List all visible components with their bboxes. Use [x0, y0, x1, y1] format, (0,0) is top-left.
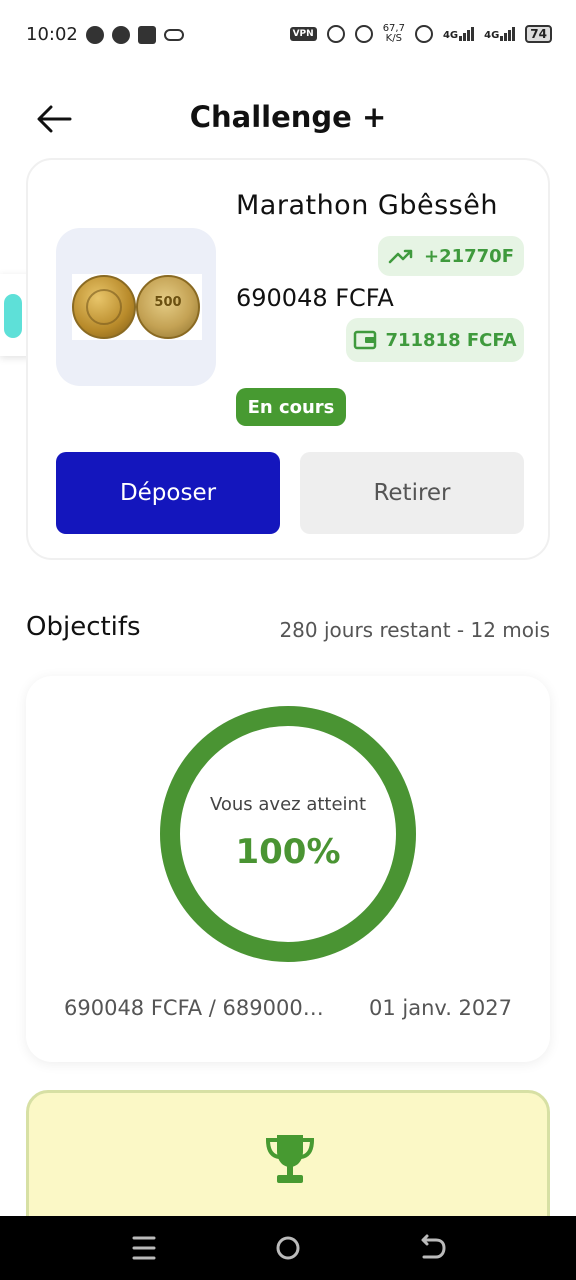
system-nav-bar [0, 1216, 576, 1280]
wallet-value: 711818 FCFA [385, 329, 517, 351]
whatsapp-icon [111, 25, 130, 44]
challenge-name: Marathon Gbêssêh [236, 190, 498, 221]
status-time: 10:02 [26, 24, 78, 45]
mute-icon [354, 25, 373, 43]
side-tab-icon [4, 294, 22, 338]
home-circle-icon [276, 1236, 300, 1260]
progress-percent: 100% [235, 832, 341, 872]
coin-front [72, 275, 136, 339]
signal-bars-icon [500, 27, 516, 41]
signal-2: 4G [484, 27, 516, 41]
network-type-2: 4G [484, 30, 500, 41]
battery-indicator: 74 [525, 25, 552, 43]
days-remaining: 280 jours restant - 12 mois [279, 618, 550, 642]
coins-image: 500 [72, 274, 202, 340]
growth-badge: +21770F [378, 236, 524, 276]
link-icon [163, 28, 184, 41]
status-left: 10:02 [26, 24, 184, 45]
status-bar: 10:02 VPN 67,7 K/S 4G 4G 74 [0, 0, 576, 72]
progress-amounts: 690048 FCFA / 689000… [64, 996, 324, 1020]
coin-value: 500 [154, 295, 182, 310]
objectives-title: Objectifs [26, 612, 141, 642]
back-nav-icon [421, 1234, 446, 1259]
challenge-card: 500 Marathon Gbêssêh +21770F 690048 FCFA… [26, 158, 550, 560]
alarm-icon [326, 25, 345, 43]
wifi-icon [414, 25, 433, 43]
wallet-icon [354, 330, 377, 350]
coin-back: 500 [136, 275, 200, 339]
trophy-icon [263, 1131, 317, 1187]
recent-apps-button[interactable] [124, 1232, 164, 1264]
status-right: VPN 67,7 K/S 4G 4G 74 [289, 24, 552, 44]
network-speed: 67,7 K/S [383, 24, 405, 44]
home-button[interactable] [268, 1232, 308, 1264]
network-type-1: 4G [442, 30, 459, 41]
deposit-button[interactable]: Déposer [56, 452, 280, 534]
facebook-icon [137, 25, 156, 44]
back-nav-button[interactable] [412, 1232, 452, 1264]
speed-unit: K/S [385, 33, 402, 44]
progress-caption: Vous avez atteint [209, 794, 367, 815]
current-balance: 690048 FCFA [236, 284, 394, 312]
vpn-badge: VPN [289, 27, 317, 41]
target-date: 01 janv. 2027 [368, 996, 512, 1020]
messenger-icon [85, 25, 104, 44]
progress-card: Vous avez atteint 100% 690048 FCFA / 689… [26, 676, 550, 1062]
menu-icon [132, 1236, 156, 1260]
status-badge: En cours [236, 388, 346, 426]
growth-value: +21770F [424, 245, 514, 267]
withdraw-button[interactable]: Retirer [300, 452, 524, 534]
app-header: Challenge + [0, 88, 576, 148]
signal-1: 4G [442, 27, 475, 41]
signal-bars-icon [459, 27, 475, 41]
challenge-image: 500 [56, 228, 216, 386]
wallet-badge: 711818 FCFA [346, 318, 524, 362]
page-title: Challenge + [189, 100, 387, 134]
trending-up-icon [388, 249, 413, 264]
